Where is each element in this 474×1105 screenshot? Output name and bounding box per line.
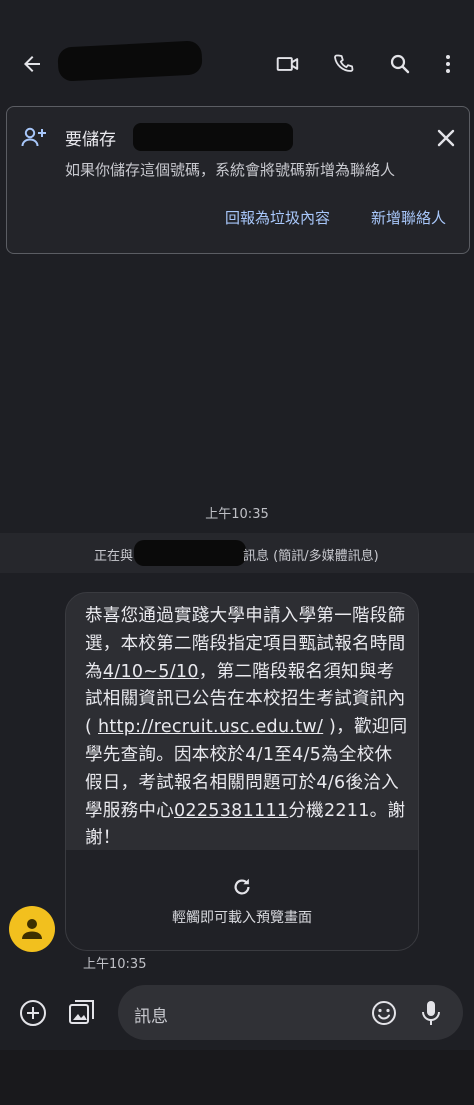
report-spam-button[interactable]: 回報為垃圾內容 bbox=[225, 207, 330, 228]
add-contact-button[interactable]: 新增聯絡人 bbox=[371, 207, 446, 228]
message-timestamp: 上午10:35 bbox=[83, 957, 147, 972]
date-link[interactable]: 4/10~5/10 bbox=[103, 662, 199, 682]
conversation-info-suffix: 訊息 (簡訊/多媒體訊息) bbox=[243, 549, 379, 564]
refresh-icon bbox=[229, 874, 255, 900]
phone-icon[interactable] bbox=[326, 46, 362, 82]
video-call-icon[interactable] bbox=[270, 46, 306, 82]
search-icon[interactable] bbox=[382, 46, 418, 82]
gallery-icon[interactable] bbox=[64, 996, 100, 1030]
redacted-number bbox=[134, 540, 246, 566]
redacted-phone-number bbox=[133, 123, 293, 151]
more-vert-icon[interactable] bbox=[432, 46, 464, 82]
message-input-placeholder[interactable]: 訊息 bbox=[134, 1002, 168, 1027]
redacted-contact-name bbox=[57, 40, 203, 82]
save-card-description: 如果你儲存這個號碼，系統會將號碼新增為聯絡人 bbox=[65, 161, 396, 179]
conversation-time: 上午10:35 bbox=[205, 507, 269, 522]
navigation-bar bbox=[0, 1050, 474, 1105]
top-app-bar bbox=[0, 0, 474, 100]
arrow-back-icon[interactable] bbox=[14, 46, 50, 82]
message-input-box[interactable]: 訊息 bbox=[118, 985, 463, 1040]
message-text: 恭喜您通過實踐大學申請入學第一階段篩選，本校第二階段指定項目甄試報名時間為4/1… bbox=[85, 603, 410, 853]
preview-label: 輕觸即可載入預覽畫面 bbox=[172, 910, 312, 926]
message-bubble[interactable]: 恭喜您通過實踐大學申請入學第一階段篩選，本校第二階段指定項目甄試報名時間為4/1… bbox=[65, 592, 419, 951]
person-add-icon bbox=[19, 124, 49, 150]
mic-icon[interactable] bbox=[416, 997, 446, 1029]
url-link[interactable]: http://recruit.usc.edu.tw/ bbox=[98, 717, 323, 737]
emoji-icon[interactable] bbox=[369, 998, 399, 1028]
phone-link[interactable]: 0225381111 bbox=[174, 801, 288, 821]
save-card-title: 要儲存 bbox=[65, 130, 116, 150]
save-contact-card: 要儲存 如果你儲存這個號碼，系統會將號碼新增為聯絡人 回報為垃圾內容 新增聯絡人 bbox=[6, 106, 470, 254]
link-preview[interactable]: 輕觸即可載入預覽畫面 bbox=[66, 850, 418, 950]
conversation-info-row: 正在與 訊息 (簡訊/多媒體訊息) bbox=[0, 533, 474, 573]
conversation-info-prefix: 正在與 bbox=[94, 549, 134, 564]
close-icon[interactable] bbox=[431, 123, 461, 153]
avatar-person-icon[interactable] bbox=[9, 906, 55, 952]
add-circle-icon[interactable] bbox=[16, 996, 50, 1030]
